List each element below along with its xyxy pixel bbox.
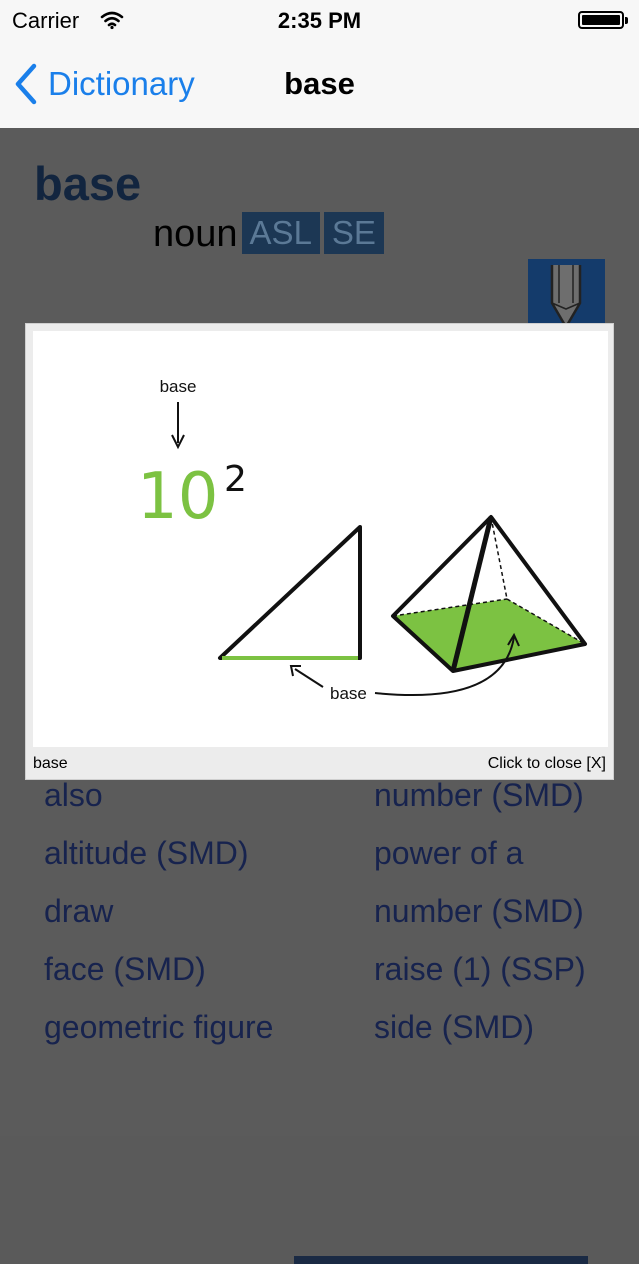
status-bar: Carrier 2:35 PM [0,0,639,40]
illustration-top-label: base [160,377,197,396]
tag-se-button[interactable]: SE [323,212,384,254]
bottom-button[interactable] [294,1256,588,1264]
clock: 2:35 PM [277,8,362,33]
page-title: base [284,66,355,101]
popup-caption: base [33,755,68,772]
related-term-link[interactable]: draw [44,882,273,940]
navigation-bar: Dictionary base [0,40,639,128]
triangle-shape [218,525,362,660]
related-term-link[interactable]: power of a [374,824,586,882]
related-terms-column-1: also altitude (SMD) draw face (SMD) geom… [44,766,273,1056]
edit-button[interactable] [528,259,605,331]
related-term-link[interactable]: geometric figure [44,998,273,1056]
exponent: 2 [224,459,247,500]
tag-asl-button[interactable]: ASL [241,212,320,254]
part-of-speech: noun [153,213,238,255]
illustration-popup[interactable]: base 10 2 base base Click to close [X] [25,323,614,780]
base-illustration: base 10 2 base [137,377,587,703]
related-term-link[interactable]: altitude (SMD) [44,824,273,882]
related-term-link[interactable]: raise (1) (SSP) [374,940,586,998]
related-term-link[interactable]: number (SMD) [374,882,586,940]
base-number: 10 [137,460,218,534]
close-popup-button[interactable]: Click to close [X] [488,755,606,773]
part-of-speech-row: noun ASL SE [153,212,384,254]
entry-word: base [34,157,142,210]
related-term-link[interactable]: face (SMD) [44,940,273,998]
pyramid-base [393,599,585,671]
illustration-image: base 10 2 base [33,331,608,747]
shape-base-label: base [330,684,367,703]
related-terms-column-2: number (SMD) power of a number (SMD) rai… [374,766,586,1056]
pencil-icon [550,265,582,330]
related-term-link[interactable]: side (SMD) [374,998,586,1056]
battery-icon [578,11,628,29]
